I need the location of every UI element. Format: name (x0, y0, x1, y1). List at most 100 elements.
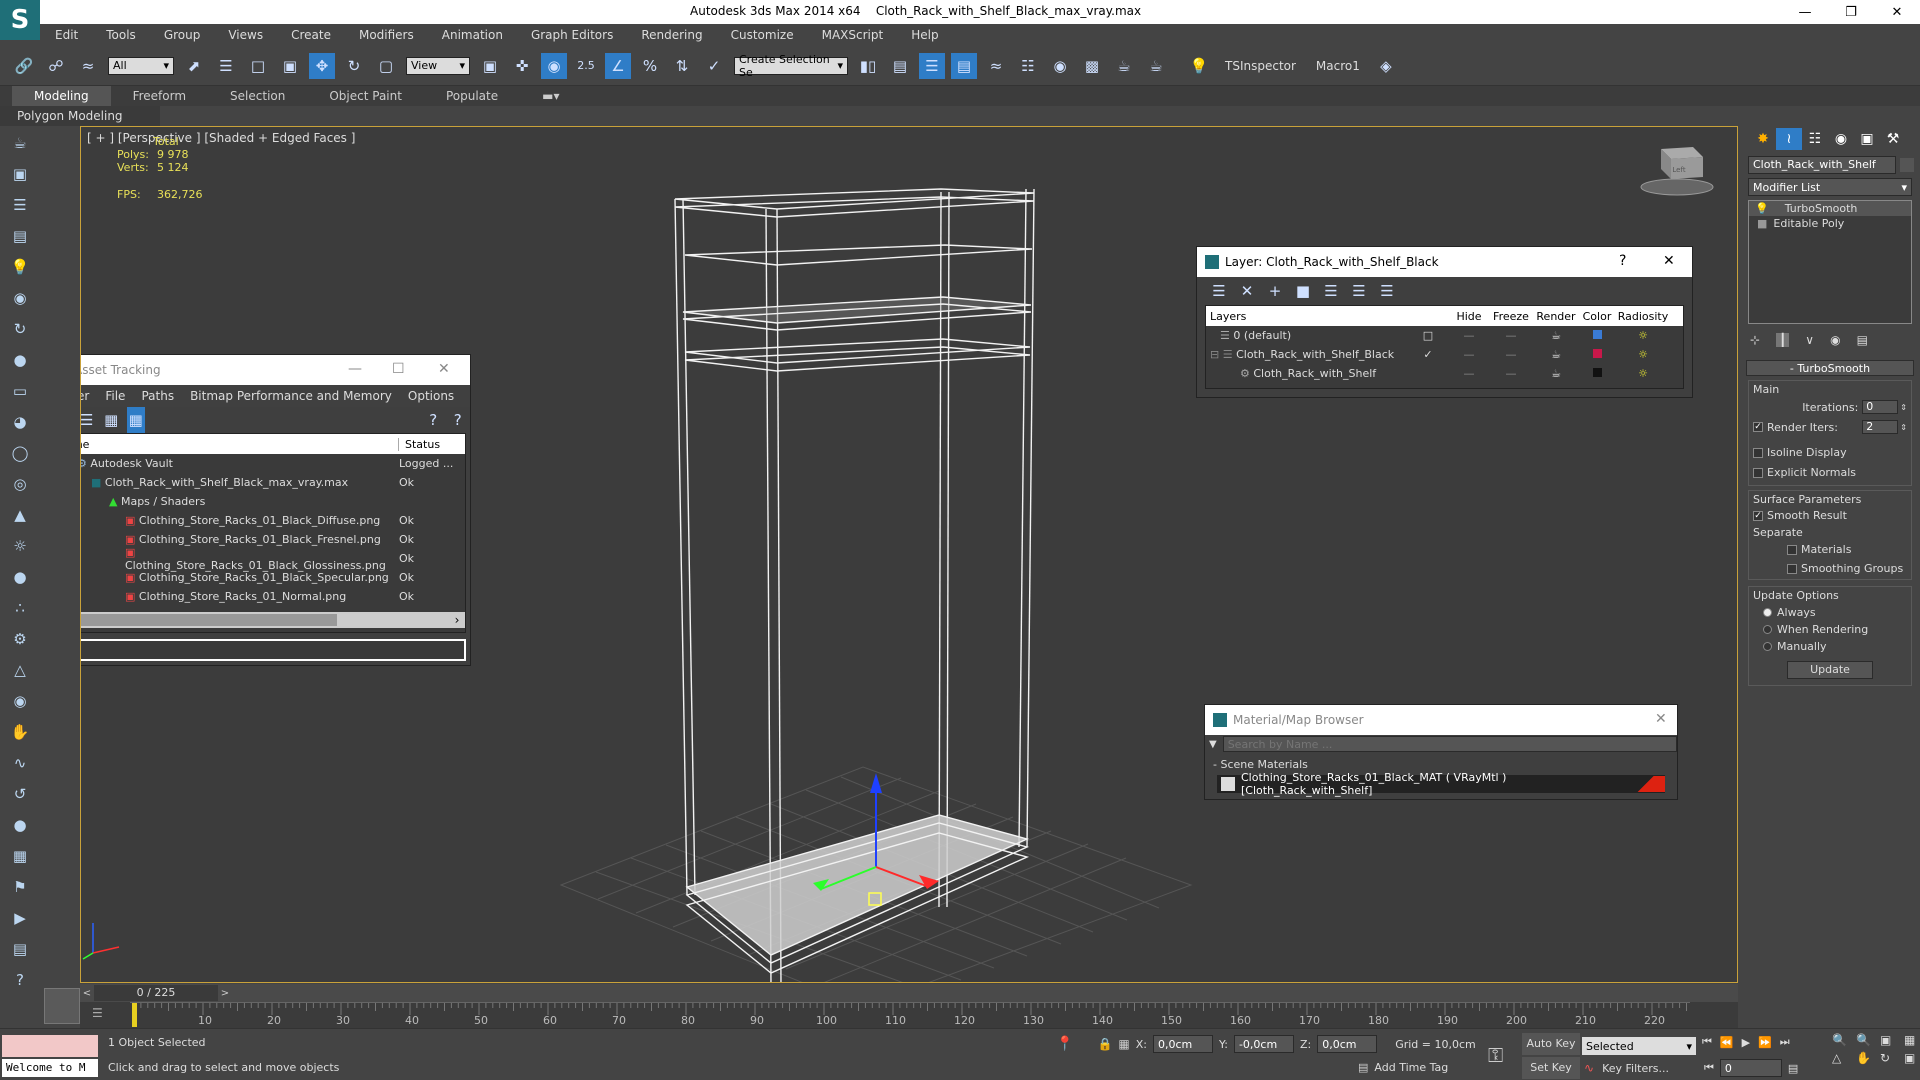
table-row[interactable]: ⚙ Autodesk VaultLogged ... (81, 454, 465, 473)
thumbnail-view-icon[interactable]: ▦ (102, 407, 121, 433)
turbosmooth-rollout-header[interactable]: - TurboSmooth (1746, 360, 1914, 376)
keyboard-shortcut-override-icon[interactable]: ◉ (541, 52, 567, 79)
x-coordinate-field[interactable]: 0,0cm (1152, 1035, 1213, 1053)
tab-modeling[interactable]: Modeling (12, 86, 111, 106)
time-slider[interactable]: < 0 / 225 > (80, 984, 1738, 1002)
go-to-end-icon[interactable]: ⏭ (1780, 1035, 1790, 1049)
table-row[interactable]: ▣ Clothing_Store_Racks_01_Normal.png Ok (81, 587, 465, 606)
modifier-list-dropdown[interactable]: Modifier List ▾ (1748, 178, 1912, 196)
close-button[interactable]: ✕ (1874, 0, 1920, 24)
percent-snap-icon[interactable]: % (637, 53, 663, 79)
menu-customize[interactable]: Customize (717, 24, 808, 46)
radiosity-icon[interactable]: ☼ (1616, 348, 1670, 361)
asset-tracking-titlebar[interactable]: Asset Tracking — ☐ ✕ (81, 355, 470, 385)
asset-close-button[interactable]: ✕ (438, 361, 450, 377)
radiosity-icon[interactable]: ☼ (1616, 367, 1670, 380)
render-frame-icon[interactable]: ▣ (6, 160, 34, 188)
rect-selection-icon[interactable]: □ (245, 53, 271, 79)
sun-icon[interactable]: ☼ (6, 532, 34, 560)
pin-stack-icon[interactable]: ⊹ (1750, 333, 1760, 347)
asset-horizontal-scrollbar[interactable]: ‹ › (81, 612, 465, 628)
table-row[interactable]: ■ Cloth_Rack_with_Shelf_Black_max_vray.m… (81, 473, 465, 492)
curve-editor-icon[interactable]: ≈ (983, 53, 1009, 79)
layer-row-default[interactable]: ☰ 0 (default) □ — — ☕ ☼ (1206, 326, 1683, 345)
list-view-icon[interactable]: ☰ (81, 407, 96, 433)
asset-maximize-button[interactable]: ☐ (392, 361, 405, 377)
time-tag-icon[interactable]: ▤ (1358, 1061, 1368, 1074)
window-crossing-icon[interactable]: ▣ (277, 53, 303, 79)
column-status[interactable]: Status (399, 438, 440, 451)
freeze-all-icon[interactable]: ☰ (1376, 278, 1398, 304)
render-iters-checkbox[interactable]: ✓ (1753, 422, 1763, 432)
scene-explorer-icon[interactable]: ☰ (6, 191, 34, 219)
restore-button[interactable]: ❐ (1828, 0, 1874, 24)
material-item[interactable]: Clothing_Store_Racks_01_Black_MAT ( VRay… (1217, 771, 1665, 797)
named-selection-set-select[interactable]: Create Selection Se ▾ (734, 53, 848, 79)
select-layer-icon[interactable]: ■ (1292, 278, 1314, 304)
zoom-all-icon[interactable]: 🔍 (1856, 1033, 1876, 1047)
menu-create[interactable]: Create (277, 24, 345, 46)
column-freeze[interactable]: Freeze (1488, 310, 1534, 323)
set-key-button[interactable]: Set Key (1522, 1057, 1580, 1079)
column-render[interactable]: Render (1534, 310, 1578, 323)
modify-tab-icon[interactable]: ≀ (1776, 128, 1802, 150)
orbit-icon[interactable]: ↻ (1880, 1051, 1900, 1065)
layer-color-swatch[interactable] (1592, 330, 1602, 339)
previous-frame-icon[interactable]: ⏪ (1720, 1036, 1734, 1049)
asset-help-icon[interactable]: ? (424, 407, 443, 433)
key-filters-button[interactable]: Key Filters... (1602, 1062, 1669, 1075)
object-name-field[interactable]: Cloth_Rack_with_Shelf (1748, 156, 1896, 174)
layer-explorer-icon[interactable]: ☰ (919, 52, 945, 79)
column-radiosity[interactable]: Radiosity (1616, 310, 1670, 323)
go-to-start-icon[interactable]: ⏮ (1702, 1035, 1712, 1049)
time-next-icon[interactable]: > (218, 988, 232, 999)
pan-icon[interactable]: ✋ (1856, 1051, 1876, 1065)
tab-populate[interactable]: Populate (424, 86, 520, 106)
wire-sphere-icon[interactable]: ◎ (6, 470, 34, 498)
configure-sets-icon[interactable]: ▤ (1857, 333, 1868, 347)
viewport-layout-tab[interactable] (44, 988, 80, 1024)
utilities-tab-icon[interactable]: ⚒ (1880, 128, 1906, 150)
z-coordinate-field[interactable]: 0,0cm (1317, 1035, 1378, 1053)
mirror-icon[interactable]: ▮▯ (855, 53, 881, 79)
menu-modifiers[interactable]: Modifiers (345, 24, 428, 46)
when-rendering-radio[interactable] (1763, 625, 1772, 634)
menu-edit[interactable]: Edit (40, 24, 92, 46)
menu-graph-editors[interactable]: Graph Editors (517, 24, 627, 46)
scroll-right-icon[interactable]: › (449, 613, 465, 627)
layer-color-swatch[interactable] (1592, 349, 1602, 358)
tab-selection[interactable]: Selection (208, 86, 307, 106)
align-icon[interactable]: ▤ (887, 53, 913, 79)
tsinspector-icon[interactable]: 💡 (1186, 53, 1212, 79)
column-layers[interactable]: Layers (1206, 310, 1450, 323)
link-icon[interactable]: 🔗 (11, 53, 37, 79)
key-icon[interactable]: ⚿ (1488, 1043, 1503, 1067)
menu-rendering[interactable]: Rendering (627, 24, 716, 46)
current-frame-field[interactable]: 0 (1719, 1059, 1782, 1077)
spinner-snap-icon[interactable]: ⇅ (669, 53, 695, 79)
loop-icon[interactable]: ↻ (6, 315, 34, 343)
macro1-button[interactable]: Macro1 (1316, 59, 1360, 73)
maximize-viewport-icon[interactable]: ▣ (1904, 1051, 1920, 1065)
material-editor-icon[interactable]: ◉ (1047, 53, 1073, 79)
ribbon-toggle-icon[interactable]: ▤ (951, 52, 977, 79)
asset-menu-server[interactable]: Server (81, 389, 89, 403)
highlight-layer-icon[interactable]: ☰ (1320, 278, 1342, 304)
sphere-icon[interactable]: ● (6, 563, 34, 591)
layer-current-checkbox[interactable]: □ (1406, 329, 1450, 342)
create-layer-icon[interactable]: ☰ (1208, 278, 1230, 304)
smoothing-groups-checkbox[interactable] (1787, 563, 1797, 574)
display-tab-icon[interactable]: ▣ (1854, 128, 1880, 150)
scroll-thumb[interactable] (81, 614, 337, 626)
column-hide[interactable]: Hide (1450, 310, 1488, 323)
column-color[interactable]: Color (1578, 310, 1616, 323)
layer-titlebar[interactable]: Layer: Cloth_Rack_with_Shelf_Black ? ✕ (1197, 247, 1692, 277)
material-slot-icon[interactable]: ● (6, 346, 34, 374)
gears-icon[interactable]: ⚙ (6, 625, 34, 653)
hemisphere-icon[interactable]: ◕ (6, 408, 34, 436)
globe-icon[interactable]: ◉ (6, 687, 34, 715)
radiosity-icon[interactable]: ☼ (1616, 329, 1670, 342)
stack-item-editable-poly[interactable]: ■ Editable Poly (1749, 216, 1911, 231)
zoom-extents-icon[interactable]: ▣ (1880, 1033, 1900, 1047)
menu-animation[interactable]: Animation (428, 24, 517, 46)
